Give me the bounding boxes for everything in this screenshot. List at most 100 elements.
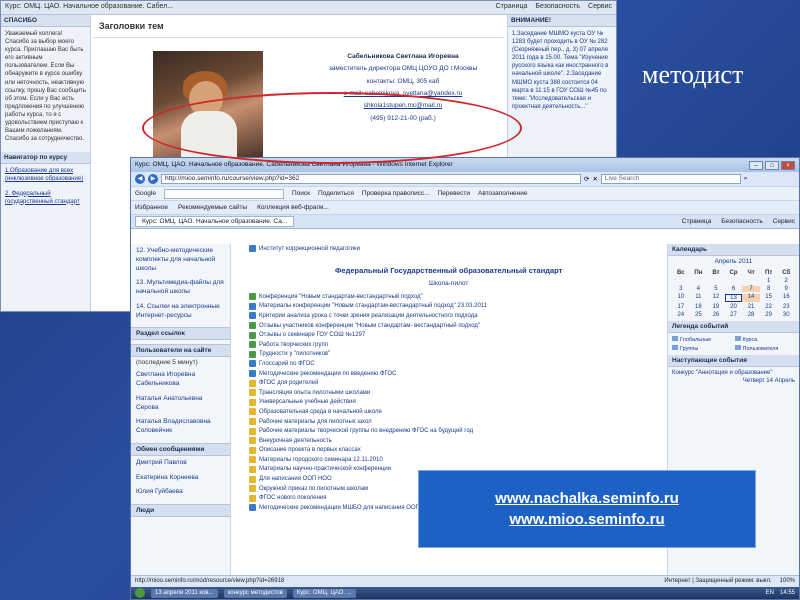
event-title[interactable]: Конкурс "Аннотация и образование"	[672, 370, 795, 378]
calendar-day[interactable]: 8	[760, 286, 778, 292]
calendar-day[interactable]: 3	[672, 286, 690, 292]
legend-item[interactable]: Группы	[672, 345, 733, 352]
refresh-icon[interactable]: ⟳	[584, 175, 589, 183]
list-item-label[interactable]: Трудности у "пилотников"	[259, 351, 330, 357]
legend-item[interactable]: Пользователя	[735, 345, 796, 352]
start-button[interactable]	[135, 588, 145, 598]
nav-item[interactable]: 2. Федеральный государственный стандарт	[1, 187, 90, 209]
calendar-day[interactable]: 20	[725, 304, 743, 310]
list-item[interactable]: Рабочие материалы творческой группы по в…	[243, 426, 653, 436]
calendar-day[interactable]: 2	[777, 278, 795, 284]
list-item[interactable]: Универсальные учебные действия	[243, 398, 653, 408]
calendar-day[interactable]: 27	[725, 312, 743, 318]
list-item-label[interactable]: Трансляция опыта пилотными школами	[259, 390, 370, 396]
calendar-day[interactable]	[725, 278, 743, 284]
calendar-day[interactable]: 4	[690, 286, 708, 292]
list-item[interactable]: Описание проекта в первых классах	[243, 446, 653, 456]
online-user[interactable]: Наталья Владиславовна Соловейчик	[131, 415, 230, 439]
calendar-day[interactable]	[690, 278, 708, 284]
list-item-label[interactable]: Универсальные учебные действия	[259, 399, 356, 405]
online-user[interactable]: Наталья Анатольевна Серова	[131, 392, 230, 416]
list-item-label[interactable]: Конференция "Новым стандартам-вестандарт…	[259, 294, 423, 300]
calendar-day[interactable]: 18	[690, 304, 708, 310]
list-item[interactable]: Работа творческих групп	[243, 340, 653, 350]
search-input[interactable]: Live Search	[600, 174, 741, 184]
calendar-day[interactable]: 19	[707, 304, 725, 310]
search-icon[interactable]: ⌕	[744, 175, 748, 183]
back-arrow-icon[interactable]: ◀	[135, 174, 145, 184]
address-input[interactable]: http://mioo.seminfo.ru/course/view.php?i…	[161, 174, 581, 184]
list-item[interactable]: Глоссарий по ФГОС	[243, 359, 653, 369]
calendar-day[interactable]	[707, 278, 725, 284]
calendar-day[interactable]: 25	[690, 312, 708, 318]
list-item[interactable]: ФГОС для родителей	[243, 378, 653, 388]
list-item-label[interactable]: Окружной приказ по пилотным школам	[259, 486, 368, 492]
taskbar-item[interactable]: конкурс методистов	[223, 588, 287, 598]
calendar-day[interactable]: 7	[742, 286, 760, 292]
google-translate-button[interactable]: Перевести	[438, 190, 470, 197]
list-item[interactable]: Отзывы о семинаре ГОУ СОШ №1297	[243, 330, 653, 340]
service-menu[interactable]: Сервис	[773, 218, 795, 225]
nav-item[interactable]: 1.Образование для всех (инклюзивное обра…	[1, 164, 90, 186]
list-item-label[interactable]: Внеурочная деятельность	[259, 438, 332, 444]
calendar-day[interactable]	[742, 278, 760, 284]
list-item[interactable]: Материалы конференции "Новым стандартам-…	[243, 302, 653, 312]
list-item-label[interactable]: Работа творческих групп	[259, 342, 328, 348]
calendar-day[interactable]: 22	[760, 304, 778, 310]
list-item[interactable]: Рабочие материалы для пилотных школ	[243, 417, 653, 427]
calendar-day[interactable]: 21	[742, 304, 760, 310]
calendar-day[interactable]: 28	[742, 312, 760, 318]
calendar-day[interactable]: 17	[672, 304, 690, 310]
mioo-link[interactable]: www.mioo.seminfo.ru	[509, 511, 664, 528]
stop-icon[interactable]: ✕	[592, 175, 597, 183]
google-share-button[interactable]: Поделиться	[318, 190, 354, 197]
close-button[interactable]: ×	[781, 161, 795, 170]
calendar-day[interactable]: 12	[707, 294, 725, 302]
list-item-label[interactable]: Рабочие материалы для пилотных школ	[259, 419, 372, 425]
message-user[interactable]: Дмитрий Павлов	[131, 456, 230, 471]
calendar-day[interactable]: 6	[725, 286, 743, 292]
back-tool-security[interactable]: Безопасность	[535, 3, 580, 12]
list-item-label[interactable]: Описание проекта в первых классах	[259, 447, 361, 453]
list-item-label[interactable]: Критерии анализа урока с точки зрения ре…	[259, 313, 478, 319]
list-item[interactable]: Отзывы участников конференции "Новым ста…	[243, 321, 653, 331]
calendar-day[interactable]: 14	[742, 294, 760, 302]
list-item-label[interactable]: ФГОС нового поколения	[259, 495, 327, 501]
minimize-button[interactable]: –	[749, 161, 763, 170]
google-search-input[interactable]	[163, 188, 284, 199]
list-item[interactable]: Трансляция опыта пилотными школами	[243, 388, 653, 398]
taskbar-lang[interactable]: EN	[766, 590, 774, 596]
favorites-item[interactable]: Рекомендуемые сайты	[178, 204, 247, 211]
list-item-label[interactable]: Рабочие материалы творческой группы по в…	[259, 428, 473, 434]
calendar-day[interactable]: 30	[777, 312, 795, 318]
security-menu[interactable]: Безопасность	[721, 218, 762, 225]
list-item-label[interactable]: Материалы конференции "Новым стандартам-…	[259, 303, 487, 309]
favorites-button[interactable]: Избранное	[135, 204, 168, 211]
list-item[interactable]: Конференция "Новым стандартам-вестандарт…	[243, 292, 653, 302]
list-item-label[interactable]: Методические рекомендации по введению ФГ…	[259, 371, 396, 377]
list-item[interactable]: Внеурочная деятельность	[243, 436, 653, 446]
calendar-day[interactable]	[672, 278, 690, 284]
calendar-day[interactable]: 16	[777, 294, 795, 302]
list-item-label[interactable]: ФГОС для родителей	[259, 380, 318, 386]
legend-item[interactable]: Глобальные	[672, 336, 733, 343]
list-item-label[interactable]: Отзывы о семинаре ГОУ СОШ №1297	[259, 332, 365, 338]
favorites-item[interactable]: Коллекция веб-фрагм...	[257, 204, 329, 211]
left-link[interactable]: 13. Мультимедиа-файлы для начальной школ…	[131, 276, 230, 300]
taskbar-item[interactable]: Курс: ОМЦ. ЦАО. ...	[292, 588, 356, 598]
back-tab-title[interactable]: Курс: ОМЦ. ЦАО. Начальное образование. С…	[5, 3, 173, 12]
google-autofill-button[interactable]: Автозаполнение	[478, 190, 528, 197]
message-user[interactable]: Екатерина Корнеева	[131, 471, 230, 486]
status-zoom[interactable]: 100%	[780, 578, 795, 585]
calendar-day[interactable]: 23	[777, 304, 795, 310]
back-tool-page[interactable]: Страница	[496, 3, 528, 12]
list-item-label[interactable]: Образовательная среда в начальной школе	[259, 409, 382, 415]
calendar-day[interactable]: 26	[707, 312, 725, 318]
calendar-day[interactable]: 29	[760, 312, 778, 318]
left-link[interactable]: 14. Ссылки на электронные Интернет-ресур…	[131, 300, 230, 324]
legend-item[interactable]: Курса	[735, 336, 796, 343]
calendar-day[interactable]: 9	[777, 286, 795, 292]
taskbar-item[interactable]: 13 апреля 2011 ков...	[151, 588, 218, 598]
list-item-label[interactable]: Методические рекомендации МШБО для напис…	[259, 505, 435, 511]
google-search-button[interactable]: Поиск	[292, 190, 310, 197]
